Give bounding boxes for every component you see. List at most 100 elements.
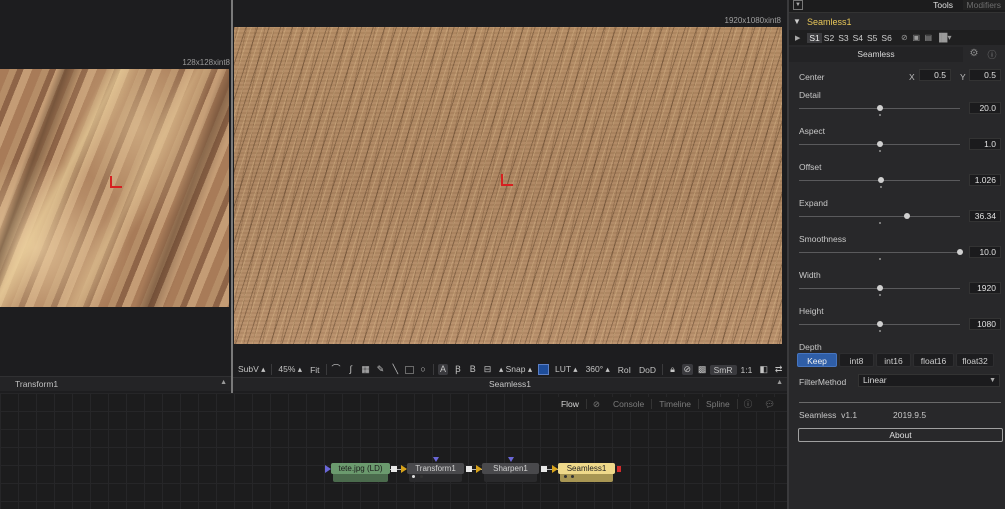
flow-node-loader[interactable]: tete.jpg (LD)	[331, 463, 390, 482]
center-crosshair-icon[interactable]	[108, 176, 122, 188]
left-viewer-menu-icon[interactable]: ▲	[220, 379, 227, 386]
info-icon[interactable]: ⓘ	[985, 48, 999, 61]
version-s2[interactable]: S2	[822, 33, 836, 43]
rectangle-icon[interactable]	[404, 365, 414, 374]
snap-menu[interactable]: ▴ Snap ▴	[495, 364, 536, 375]
flow-node-transform[interactable]: Transform1	[407, 463, 464, 482]
version-s5[interactable]: S5	[865, 33, 879, 43]
disable-icon[interactable]: ⊘	[900, 33, 909, 42]
bspline-icon[interactable]: ∫	[345, 364, 356, 375]
no-checker-icon[interactable]: ⊘	[681, 364, 693, 375]
width-slider-handle[interactable]	[876, 285, 883, 291]
polyline-icon[interactable]: ⌒	[331, 364, 342, 375]
offset-slider-handle[interactable]	[878, 177, 885, 183]
cache-icon[interactable]: ▤	[924, 33, 933, 42]
left-viewer-image[interactable]	[0, 69, 229, 307]
tab-tools[interactable]: Tools	[933, 0, 953, 10]
lock-icon[interactable]: 🔒︎	[667, 364, 678, 375]
tab-spline[interactable]: Spline	[699, 399, 738, 409]
lock-icon[interactable]: ▣	[912, 33, 921, 42]
depth-int8-button[interactable]: int8	[839, 353, 874, 367]
center-x-input[interactable]: 0.5	[919, 69, 951, 81]
collapse-icon[interactable]: ▼	[793, 0, 803, 10]
gear-icon[interactable]: ⚙	[967, 48, 981, 59]
tab-flow[interactable]: Flow	[554, 399, 587, 409]
control-tab-row: Seamless ⚙ ⓘ	[789, 46, 1005, 63]
output-pin[interactable]	[391, 466, 397, 472]
roi-button[interactable]: RoI	[614, 365, 635, 375]
chevron-down-icon[interactable]: ▼	[793, 17, 801, 26]
play-icon[interactable]: ▶	[795, 34, 800, 42]
filter-method-select[interactable]: Linear ▼	[858, 374, 1000, 387]
aspect-slider-handle[interactable]	[876, 141, 883, 147]
mask-input-icon[interactable]	[508, 457, 514, 462]
version-s1[interactable]: S1	[807, 32, 822, 43]
main-viewer-image[interactable]	[234, 27, 782, 344]
smoothness-slider-handle[interactable]	[957, 249, 963, 255]
tab-modifiers[interactable]: Modifiers	[962, 0, 1005, 10]
smoothness-slider[interactable]	[799, 252, 960, 253]
expand-slider[interactable]	[799, 216, 960, 217]
swap-icon[interactable]: ⇄	[773, 364, 784, 375]
output-pin[interactable]	[617, 466, 621, 472]
color-swatch[interactable]	[538, 364, 550, 375]
tab-timeline[interactable]: Timeline	[652, 399, 700, 409]
plugin-date: 2019.9.5	[893, 410, 927, 420]
channel-a-button[interactable]: A	[437, 364, 449, 375]
smr-button[interactable]: SmR	[709, 364, 737, 375]
ratio-button[interactable]: 1:1	[737, 365, 757, 375]
smoothness-input[interactable]: 10.0	[969, 246, 1001, 258]
bold-icon[interactable]: B	[467, 364, 478, 375]
tab-console[interactable]: Console	[606, 399, 653, 409]
node-view-indicator	[412, 475, 415, 478]
aspect-input[interactable]: 1.0	[969, 138, 1001, 150]
main-viewer-menu-icon[interactable]: ▲	[776, 379, 783, 386]
main-viewer[interactable]: 1920x1080xint8 SubV ▴ 45% ▴ Fit ⌒ ∫ ▦ ✎ …	[231, 0, 787, 393]
checker-icon[interactable]: ▩	[697, 364, 708, 375]
paint-icon[interactable]: ✎	[375, 364, 386, 375]
version-s6[interactable]: S6	[879, 33, 893, 43]
dod-button[interactable]: DoD	[635, 365, 660, 375]
detail-input[interactable]: 20.0	[969, 102, 1001, 114]
mask-icon[interactable]: ⊟	[482, 364, 493, 375]
flow-node-seamless[interactable]: Seamless1	[558, 463, 615, 482]
height-slider-handle[interactable]	[876, 321, 883, 327]
tool-header[interactable]: ▼ Seamless1	[789, 15, 1005, 30]
comments-icon[interactable]: 💬︎	[758, 399, 781, 410]
height-input[interactable]: 1080	[969, 318, 1001, 330]
depth-int16-button[interactable]: int16	[876, 353, 911, 367]
info-icon[interactable]: ⓘ	[738, 398, 759, 410]
depth-float16-button[interactable]: float16	[913, 353, 954, 367]
lut-menu[interactable]: LUT ▴	[551, 364, 582, 375]
offset-input[interactable]: 1.026	[969, 174, 1001, 186]
zoom-menu[interactable]: 45% ▴	[274, 364, 306, 375]
color-icon[interactable]: ▐█▾	[936, 33, 952, 42]
text-tool-icon[interactable]: Ꞵ	[452, 364, 463, 375]
output-pin[interactable]	[466, 466, 472, 472]
360-view-menu[interactable]: 360° ▴	[582, 364, 614, 375]
detail-slider-handle[interactable]	[876, 105, 883, 111]
center-y-input[interactable]: 0.5	[969, 69, 1001, 81]
node-view-indicator	[571, 475, 574, 478]
line-icon[interactable]: ╲	[390, 364, 401, 375]
left-viewer[interactable]: 128x128xint8 Transform1 ▲	[0, 0, 231, 393]
depth-float32-button[interactable]: float32	[956, 353, 994, 367]
width-input[interactable]: 1920	[969, 282, 1001, 294]
depth-keep-button[interactable]: Keep	[797, 353, 837, 367]
version-s4[interactable]: S4	[851, 33, 865, 43]
grid-warp-icon[interactable]: ▦	[360, 364, 371, 375]
expand-slider-handle[interactable]	[903, 213, 910, 219]
mask-input-icon[interactable]	[433, 457, 439, 462]
stereo-icon[interactable]: ◧	[758, 364, 769, 375]
subview-button[interactable]: SubV ▴	[234, 364, 269, 375]
output-pin[interactable]	[541, 466, 547, 472]
ellipse-icon[interactable]: ○	[418, 364, 429, 375]
control-tab-seamless[interactable]: Seamless	[789, 47, 963, 62]
about-button[interactable]: About	[798, 428, 1003, 442]
expand-input[interactable]: 36.34	[969, 210, 1001, 222]
version-s3[interactable]: S3	[836, 33, 850, 43]
fit-button[interactable]: Fit	[306, 365, 323, 375]
center-crosshair-icon[interactable]	[499, 174, 513, 186]
flow-node-sharpen[interactable]: Sharpen1	[482, 463, 539, 482]
flow-editor[interactable]: Flow ⊘ Console Timeline Spline ⓘ 💬︎ tete…	[0, 393, 787, 509]
